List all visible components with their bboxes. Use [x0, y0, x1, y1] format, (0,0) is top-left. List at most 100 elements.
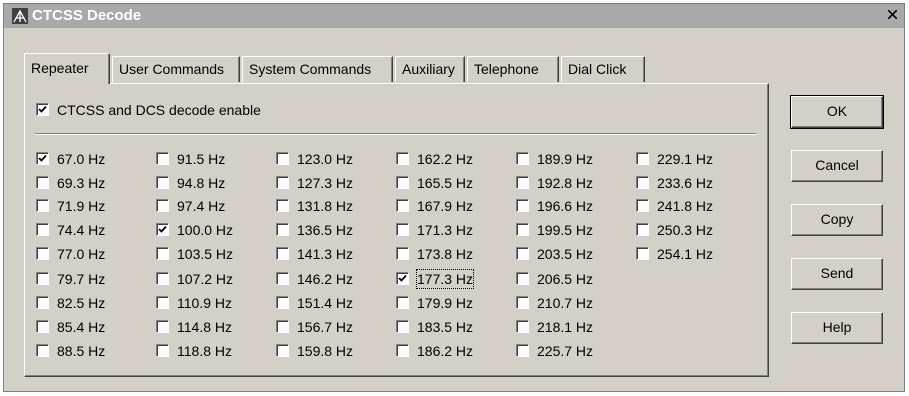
checkbox-box[interactable]: [516, 199, 529, 212]
checkbox-box[interactable]: [36, 176, 49, 189]
checkbox-box[interactable]: [156, 199, 169, 212]
tone-label: 229.1 Hz: [657, 151, 714, 167]
checkbox-box[interactable]: [36, 223, 49, 236]
tone-label: 151.4 Hz: [297, 295, 354, 311]
title-bar[interactable]: CTCSS Decode: [4, 4, 904, 28]
checkbox-box[interactable]: [636, 152, 649, 165]
checkbox-box[interactable]: [516, 320, 529, 333]
checkbox-box[interactable]: [276, 272, 289, 285]
tab-user-commands[interactable]: User Commands: [112, 56, 240, 82]
checkbox-box[interactable]: [156, 320, 169, 333]
checkbox-box[interactable]: [276, 320, 289, 333]
copy-button[interactable]: Copy: [791, 204, 883, 236]
checkbox-box[interactable]: [36, 344, 49, 357]
tone-label: 192.8 Hz: [537, 175, 594, 191]
checkbox-box[interactable]: [396, 296, 409, 309]
checkbox-box[interactable]: [276, 247, 289, 260]
tone-label: 173.8 Hz: [417, 246, 474, 262]
checkbox-box[interactable]: [156, 223, 169, 236]
checkbox-box[interactable]: [156, 247, 169, 260]
tone-label: 94.8 Hz: [177, 175, 226, 191]
checkbox-box[interactable]: [636, 247, 649, 260]
send-button[interactable]: Send: [791, 258, 883, 290]
ok-button[interactable]: OK: [790, 95, 884, 129]
tone-label: 203.5 Hz: [537, 246, 594, 262]
tone-label: 74.4 Hz: [57, 222, 106, 238]
checkbox-box[interactable]: [516, 272, 529, 285]
tab-repeater[interactable]: Repeater: [24, 53, 110, 84]
tone-label: 136.5 Hz: [297, 222, 354, 238]
decode-enable-label: CTCSS and DCS decode enable: [57, 102, 261, 118]
checkbox-box[interactable]: [396, 344, 409, 357]
checkbox-box[interactable]: [636, 199, 649, 212]
tone-label: 97.4 Hz: [177, 198, 226, 214]
close-button[interactable]: [884, 8, 900, 23]
checkbox-box[interactable]: [156, 176, 169, 189]
tone-label: 162.2 Hz: [417, 151, 474, 167]
checkbox-box[interactable]: [156, 272, 169, 285]
checkbox-box[interactable]: [516, 247, 529, 260]
checkbox-box[interactable]: [396, 152, 409, 165]
tone-label: 141.3 Hz: [297, 246, 354, 262]
checkbox-box[interactable]: [156, 296, 169, 309]
checkbox-box[interactable]: [516, 296, 529, 309]
cancel-button[interactable]: Cancel: [791, 150, 883, 182]
tone-label: 71.9 Hz: [57, 198, 106, 214]
checkbox-box[interactable]: [276, 199, 289, 212]
checkbox-box[interactable]: [36, 152, 49, 165]
checkbox-box[interactable]: [36, 296, 49, 309]
tab-system-commands[interactable]: System Commands: [242, 56, 393, 82]
tab-auxiliary[interactable]: Auxiliary: [395, 56, 465, 82]
checkbox-box[interactable]: [276, 223, 289, 236]
tone-label: 177.3 Hz: [415, 269, 475, 289]
tone-label: 146.2 Hz: [297, 271, 354, 287]
checkbox-box[interactable]: [36, 103, 49, 116]
checkbox-box[interactable]: [396, 176, 409, 189]
tone-label: 118.8 Hz: [177, 343, 232, 359]
tone-label: 210.7 Hz: [537, 295, 594, 311]
checkbox-box[interactable]: [396, 199, 409, 212]
checkbox-box[interactable]: [516, 344, 529, 357]
tone-label: 218.1 Hz: [537, 319, 594, 335]
checkbox-box[interactable]: [396, 320, 409, 333]
tone-label: 250.3 Hz: [657, 222, 714, 238]
tone-label: 179.9 Hz: [417, 295, 474, 311]
checkbox-box[interactable]: [36, 272, 49, 285]
tone-label: 171.3 Hz: [417, 222, 474, 238]
tone-label: 82.5 Hz: [57, 295, 106, 311]
tone-label: 100.0 Hz: [177, 222, 234, 238]
tone-label: 91.5 Hz: [177, 151, 226, 167]
tone-label: 156.7 Hz: [297, 319, 354, 335]
checkbox-box[interactable]: [276, 152, 289, 165]
tone-label: 159.8 Hz: [297, 343, 354, 359]
tone-label: 114.8 Hz: [177, 319, 232, 335]
checkbox-box[interactable]: [396, 247, 409, 260]
checkbox-box[interactable]: [156, 344, 169, 357]
checkbox-box[interactable]: [36, 199, 49, 212]
checkbox-box[interactable]: [276, 344, 289, 357]
checkbox-box[interactable]: [516, 152, 529, 165]
check-mark-icon: [38, 105, 47, 113]
checkbox-box[interactable]: [36, 247, 49, 260]
checkbox-box[interactable]: [636, 223, 649, 236]
tone-label: 131.8 Hz: [297, 198, 354, 214]
checkbox-box[interactable]: [516, 176, 529, 189]
checkbox-box[interactable]: [636, 176, 649, 189]
tone-label: 107.2 Hz: [177, 271, 234, 287]
tone-label: 67.0 Hz: [57, 151, 106, 167]
help-button[interactable]: Help: [791, 312, 883, 344]
checkbox-box[interactable]: [276, 296, 289, 309]
check-mark-icon: [38, 154, 47, 162]
checkbox-box[interactable]: [396, 223, 409, 236]
tab-telephone[interactable]: Telephone: [467, 56, 559, 82]
check-mark-icon: [158, 225, 167, 233]
tone-label: 69.3 Hz: [57, 175, 106, 191]
tone-label: 79.7 Hz: [57, 271, 106, 287]
checkbox-box[interactable]: [516, 223, 529, 236]
tab-dial-click[interactable]: Dial Click: [561, 56, 645, 82]
checkbox-box[interactable]: [156, 152, 169, 165]
checkbox-box[interactable]: [36, 320, 49, 333]
checkbox-box[interactable]: [276, 176, 289, 189]
checkbox-box[interactable]: [396, 272, 409, 285]
tone-label: 199.5 Hz: [537, 222, 594, 238]
